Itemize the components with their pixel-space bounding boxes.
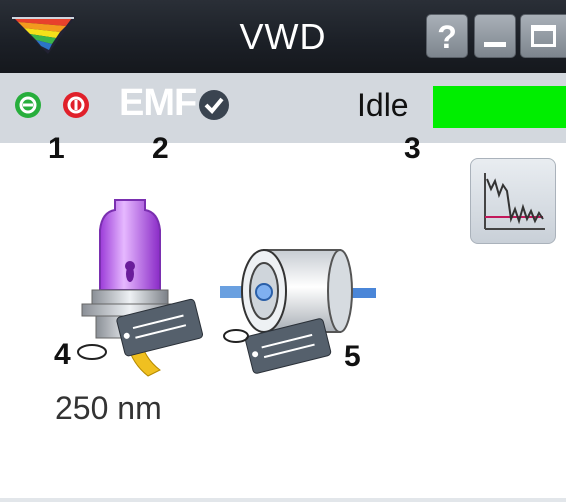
check-icon xyxy=(199,90,229,120)
bottom-divider xyxy=(0,498,566,502)
lamp-icon[interactable] xyxy=(70,190,210,400)
callout-1: 1 xyxy=(48,132,65,165)
maximize-icon xyxy=(531,25,556,47)
off-icon[interactable] xyxy=(62,91,90,119)
maximize-button[interactable] xyxy=(520,14,566,58)
help-icon: ? xyxy=(437,19,457,55)
minimize-button[interactable] xyxy=(474,14,516,58)
callout-4: 4 xyxy=(54,338,71,371)
callout-2: 2 xyxy=(152,132,169,165)
instrument-state: Idle xyxy=(357,87,409,123)
title-bar: VWD ? xyxy=(0,0,566,73)
emf-label[interactable]: EMF xyxy=(119,82,197,125)
signal-plot-icon xyxy=(484,173,545,230)
signal-plot-button[interactable] xyxy=(470,158,556,244)
minimize-icon xyxy=(484,42,506,47)
on-icon[interactable] xyxy=(14,91,42,119)
lamp-wavelength: 250 nm xyxy=(55,390,162,426)
status-indicator xyxy=(433,86,566,128)
callout-5: 5 xyxy=(344,340,361,373)
callout-3: 3 xyxy=(404,132,421,165)
help-button[interactable]: ? xyxy=(426,14,468,58)
